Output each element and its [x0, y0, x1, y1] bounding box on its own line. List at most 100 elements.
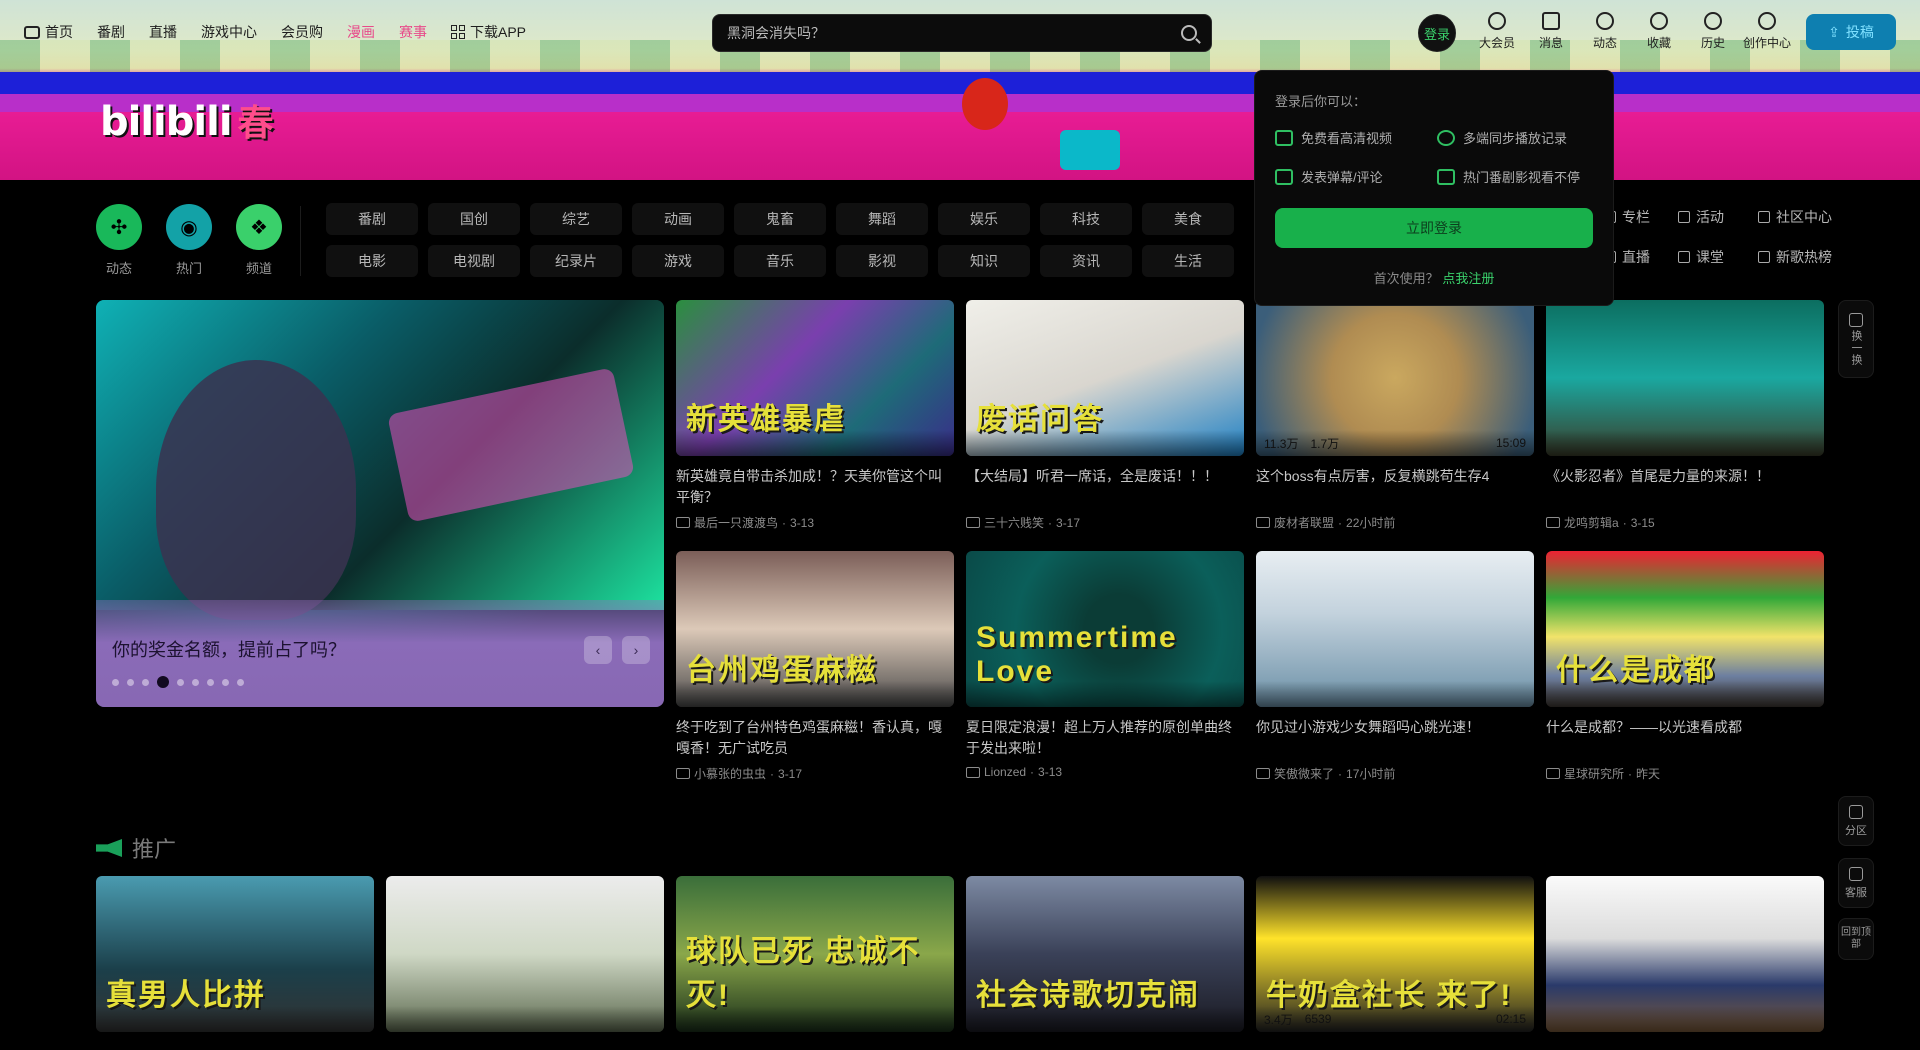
category-tag[interactable]: 影视: [836, 245, 928, 277]
uploader-name[interactable]: 星球研究所: [1564, 765, 1624, 782]
nav-esports[interactable]: 赛事: [399, 22, 427, 42]
banner-carousel[interactable]: 你的奖金名额，提前占了吗？ ‹ ›: [96, 300, 664, 707]
video-thumbnail[interactable]: 球队已死 忠诚不灭!: [676, 876, 954, 1032]
channel-hot[interactable]: ◉ 热门: [166, 204, 212, 277]
carousel-caption[interactable]: 你的奖金名额，提前占了吗？: [112, 636, 346, 662]
video-card[interactable]: 社会诗歌切克闹: [966, 876, 1244, 1032]
nav-manga[interactable]: 漫画: [347, 22, 375, 42]
carousel-dot[interactable]: [237, 678, 244, 686]
uploader-name[interactable]: 小慕张的虫虫: [694, 765, 766, 782]
video-card[interactable]: 牛奶盒社长 来了! 3.4万 6539 02:15: [1256, 876, 1534, 1032]
video-card[interactable]: 11.3万 1.7万 15:09 这个boss有点厉害，反复横跳苟生存4 废材者联盟 · 2…: [1256, 300, 1534, 531]
category-tag[interactable]: 生活: [1142, 245, 1234, 277]
carousel-dot[interactable]: [207, 678, 214, 686]
uploader-name[interactable]: 最后一只渡渡鸟: [694, 514, 778, 531]
video-title[interactable]: 夏日限定浪漫！超上万人推荐的原创单曲终于发出来啦！: [966, 717, 1244, 759]
upload-button[interactable]: ⇪ 投稿: [1806, 14, 1896, 50]
link-live[interactable]: 直播: [1604, 247, 1674, 267]
carousel-next-button[interactable]: ›: [622, 636, 650, 664]
category-tag[interactable]: 娱乐: [938, 203, 1030, 235]
carousel-dot[interactable]: [127, 678, 134, 686]
link-music-chart[interactable]: 新歌热榜: [1758, 247, 1854, 267]
category-tag[interactable]: 鬼畜: [734, 203, 826, 235]
category-tag[interactable]: 舞蹈: [836, 203, 928, 235]
nav-creator-center[interactable]: 创作中心: [1740, 12, 1794, 51]
category-tag[interactable]: 纪录片: [530, 245, 622, 277]
category-tag[interactable]: 美食: [1142, 203, 1234, 235]
category-tag[interactable]: 资讯: [1040, 245, 1132, 277]
video-thumbnail[interactable]: 牛奶盒社长 来了! 3.4万 6539 02:15: [1256, 876, 1534, 1032]
carousel-dot[interactable]: [112, 678, 119, 686]
login-avatar-button[interactable]: 登录: [1418, 14, 1456, 52]
carousel-dot[interactable]: [177, 678, 184, 686]
register-link[interactable]: 点我注册: [1442, 271, 1494, 286]
uploader-name[interactable]: 笑傲微来了: [1274, 765, 1334, 782]
video-title[interactable]: 这个boss有点厉害，反复横跳苟生存4: [1256, 466, 1534, 508]
video-card[interactable]: 《火影忍者》首尾是力量的来源！！ 龙鸣剪辑a · 3-15: [1546, 300, 1824, 531]
nav-favorites[interactable]: 收藏: [1632, 12, 1686, 51]
carousel-prev-button[interactable]: ‹: [584, 636, 612, 664]
video-card[interactable]: 台州鸡蛋麻糍 终于吃到了台州特色鸡蛋麻糍！香认真，嘎嘎香！无广试吃员 小慕张的虫虫 ·…: [676, 551, 954, 782]
video-title[interactable]: 什么是成都？——以光速看成都: [1546, 717, 1824, 759]
category-tag[interactable]: 游戏: [632, 245, 724, 277]
video-card[interactable]: 真男人比拼: [96, 876, 374, 1032]
uploader-name[interactable]: 废材者联盟: [1274, 514, 1334, 531]
category-tag[interactable]: 音乐: [734, 245, 826, 277]
category-tag[interactable]: 电视剧: [428, 245, 520, 277]
nav-history[interactable]: 历史: [1686, 12, 1740, 51]
support-button[interactable]: 客服: [1838, 858, 1874, 908]
category-tag[interactable]: 动画: [632, 203, 724, 235]
video-thumbnail[interactable]: [386, 876, 664, 1032]
channel-dynamics[interactable]: ✣ 动态: [96, 204, 142, 277]
video-title[interactable]: 新英雄竟自带击杀加成！？天美你管这个叫平衡？: [676, 466, 954, 508]
back-to-top-button[interactable]: 回到顶部: [1838, 918, 1874, 960]
video-title[interactable]: 《火影忍者》首尾是力量的来源！！: [1546, 466, 1824, 508]
carousel-dot[interactable]: [222, 678, 229, 686]
category-tag[interactable]: 综艺: [530, 203, 622, 235]
video-thumbnail[interactable]: 废话问答: [966, 300, 1244, 456]
video-title[interactable]: 【大结局】听君一席话，全是废话！！！: [966, 466, 1244, 508]
nav-dynamics[interactable]: 动态: [1578, 12, 1632, 51]
uploader-name[interactable]: 三十六贱笑: [984, 514, 1044, 531]
video-card[interactable]: Summertime Love 夏日限定浪漫！超上万人推荐的原创单曲终于发出来啦！…: [966, 551, 1244, 779]
link-activity[interactable]: 活动: [1678, 207, 1754, 227]
video-thumbnail[interactable]: 什么是成都: [1546, 551, 1824, 707]
nav-game-center[interactable]: 游戏中心: [201, 22, 257, 42]
link-column[interactable]: 专栏: [1604, 207, 1674, 227]
nav-anime[interactable]: 番剧: [97, 22, 125, 42]
uploader-name[interactable]: 龙鸣剪辑a: [1564, 514, 1619, 531]
link-community[interactable]: 社区中心: [1758, 207, 1854, 227]
video-card[interactable]: 新英雄暴虐 新英雄竟自带击杀加成！？天美你管这个叫平衡？ 最后一只渡渡鸟 · 3-13: [676, 300, 954, 531]
carousel-dot[interactable]: [142, 678, 149, 686]
carousel-dot[interactable]: [192, 678, 199, 686]
video-title[interactable]: 终于吃到了台州特色鸡蛋麻糍！香认真，嘎嘎香！无广试吃员: [676, 717, 954, 759]
nav-mall[interactable]: 会员购: [281, 22, 323, 42]
video-thumbnail[interactable]: 11.3万 1.7万 15:09: [1256, 300, 1534, 456]
video-card[interactable]: 球队已死 忠诚不灭!: [676, 876, 954, 1032]
category-tag[interactable]: 电影: [326, 245, 418, 277]
category-tag[interactable]: 科技: [1040, 203, 1132, 235]
category-tag[interactable]: 番剧: [326, 203, 418, 235]
refresh-button[interactable]: 换一换: [1838, 300, 1874, 378]
video-card[interactable]: [1546, 876, 1824, 1032]
nav-messages[interactable]: 消息: [1524, 12, 1578, 51]
video-card[interactable]: [386, 876, 664, 1032]
nav-live[interactable]: 直播: [149, 22, 177, 42]
video-thumbnail[interactable]: 新英雄暴虐: [676, 300, 954, 456]
category-button[interactable]: 分区: [1838, 796, 1874, 846]
nav-vip[interactable]: 大会员: [1470, 12, 1524, 51]
video-thumbnail[interactable]: 真男人比拼: [96, 876, 374, 1032]
category-tag[interactable]: 国创: [428, 203, 520, 235]
carousel-dot[interactable]: [157, 676, 169, 688]
uploader-name[interactable]: Lionzed: [984, 765, 1026, 779]
category-tag[interactable]: 知识: [938, 245, 1030, 277]
video-thumbnail[interactable]: 台州鸡蛋麻糍: [676, 551, 954, 707]
video-thumbnail[interactable]: Summertime Love: [966, 551, 1244, 707]
bilibili-logo[interactable]: bilibili 春: [100, 94, 274, 146]
login-now-button[interactable]: 立即登录: [1275, 208, 1593, 248]
video-thumbnail[interactable]: [1256, 551, 1534, 707]
nav-home[interactable]: 首页: [24, 22, 73, 42]
search-icon[interactable]: [1181, 25, 1197, 41]
nav-download-app[interactable]: 下载APP: [451, 22, 526, 42]
video-card[interactable]: 废话问答 【大结局】听君一席话，全是废话！！！ 三十六贱笑 · 3-17: [966, 300, 1244, 531]
